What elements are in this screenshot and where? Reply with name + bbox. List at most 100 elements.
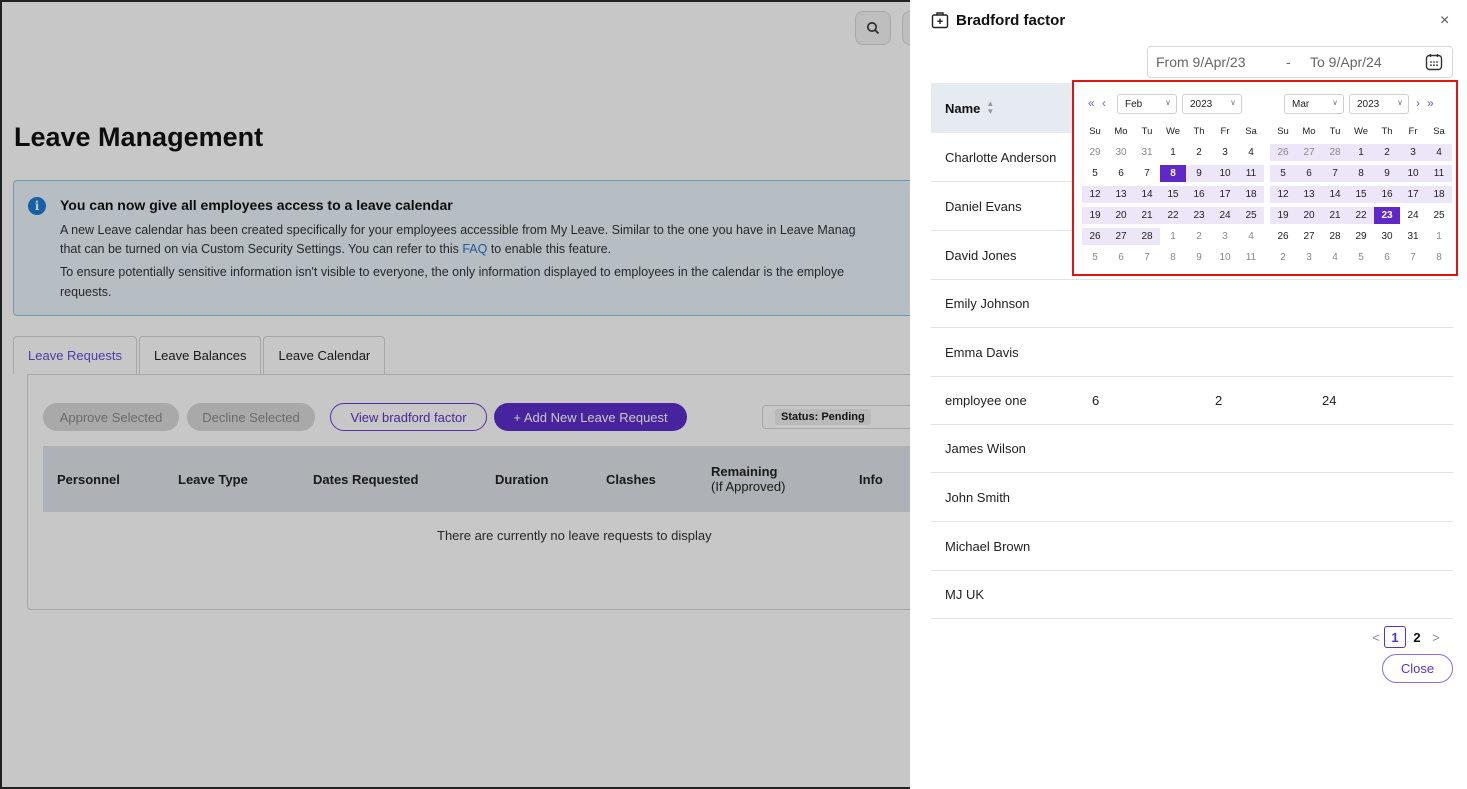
calendar-day[interactable]: 20 [1108,207,1134,224]
calendar-day[interactable]: 4 [1426,144,1452,161]
calendar-day[interactable]: 25 [1238,207,1264,224]
calendar-day[interactable]: 6 [1108,165,1134,182]
calendar-day[interactable]: 24 [1212,207,1238,224]
calendar-day[interactable]: 2 [1186,144,1212,161]
calendar-day[interactable]: 5 [1270,165,1296,182]
selected-day[interactable]: 23 [1374,207,1400,224]
calendar-day[interactable]: 19 [1082,207,1108,224]
month-select[interactable]: Mar ∨ [1284,94,1344,114]
calendar-day[interactable]: 21 [1322,207,1348,224]
calendar-day[interactable]: 7 [1400,249,1426,266]
modal-overlay[interactable] [2,2,912,787]
calendar-day[interactable]: 3 [1400,144,1426,161]
calendar-day[interactable]: 3 [1212,228,1238,245]
calendar-day[interactable]: 1 [1348,144,1374,161]
calendar-day[interactable]: 14 [1322,186,1348,203]
date-from[interactable]: From 9/Apr/23 [1156,54,1245,70]
calendar-day[interactable]: 14 [1134,186,1160,203]
calendar-day[interactable]: 11 [1238,249,1264,266]
calendar-day[interactable]: 11 [1426,165,1452,182]
calendar-day[interactable]: 28 [1134,228,1160,245]
calendar-day[interactable]: 13 [1296,186,1322,203]
calendar-day[interactable]: 5 [1082,249,1108,266]
calendar-day[interactable]: 30 [1374,228,1400,245]
calendar-day[interactable]: 26 [1082,228,1108,245]
calendar-day[interactable]: 8 [1348,165,1374,182]
calendar-day[interactable]: 4 [1238,144,1264,161]
calendar-day[interactable]: 2 [1186,228,1212,245]
calendar-day[interactable]: 22 [1160,207,1186,224]
calendar-day[interactable]: 10 [1212,165,1238,182]
calendar-day[interactable]: 11 [1238,165,1264,182]
calendar-day[interactable]: 3 [1212,144,1238,161]
calendar-day[interactable]: 3 [1296,249,1322,266]
pagination-prev[interactable]: < [1368,630,1384,645]
calendar-day[interactable]: 26 [1270,228,1296,245]
calendar-day[interactable]: 31 [1134,144,1160,161]
calendar-day[interactable]: 21 [1134,207,1160,224]
calendar-day[interactable]: 12 [1270,186,1296,203]
calendar-day[interactable]: 28 [1322,144,1348,161]
calendar-day[interactable]: 25 [1426,207,1452,224]
calendar-day[interactable]: 29 [1348,228,1374,245]
calendar-day[interactable]: 27 [1108,228,1134,245]
close-button[interactable]: Close [1382,654,1453,683]
calendar-day[interactable]: 18 [1426,186,1452,203]
calendar-day[interactable]: 5 [1082,165,1108,182]
prev-month-icon[interactable]: ‹ [1102,96,1106,110]
sort-icon[interactable]: ▲ ▼ [986,100,994,116]
calendar-day[interactable]: 22 [1348,207,1374,224]
calendar-day[interactable]: 4 [1238,228,1264,245]
close-icon[interactable]: × [1440,12,1449,30]
calendar-day[interactable]: 6 [1108,249,1134,266]
calendar-day[interactable]: 8 [1426,249,1452,266]
calendar-day[interactable]: 4 [1322,249,1348,266]
calendar-day[interactable]: 9 [1186,165,1212,182]
calendar-day[interactable]: 6 [1296,165,1322,182]
calendar-day[interactable]: 27 [1296,144,1322,161]
date-to[interactable]: To 9/Apr/24 [1310,54,1382,70]
calendar-day[interactable]: 10 [1400,165,1426,182]
date-range-input[interactable]: From 9/Apr/23 - To 9/Apr/24 [1147,46,1453,78]
calendar-day[interactable]: 17 [1400,186,1426,203]
pagination-next[interactable]: > [1428,630,1444,645]
calendar-day[interactable]: 12 [1082,186,1108,203]
calendar-day[interactable]: 23 [1186,207,1212,224]
pagination-page[interactable]: 1 [1384,626,1406,648]
calendar-day[interactable]: 8 [1160,249,1186,266]
calendar-day[interactable]: 18 [1238,186,1264,203]
calendar-day[interactable]: 2 [1270,249,1296,266]
calendar-day[interactable]: 15 [1160,186,1186,203]
calendar-day[interactable]: 13 [1108,186,1134,203]
selected-day[interactable]: 8 [1160,165,1186,182]
calendar-icon[interactable] [1424,52,1444,72]
calendar-day[interactable]: 1 [1426,228,1452,245]
calendar-day[interactable]: 31 [1400,228,1426,245]
calendar-day[interactable]: 2 [1374,144,1400,161]
calendar-day[interactable]: 6 [1374,249,1400,266]
calendar-day[interactable]: 9 [1374,165,1400,182]
calendar-day[interactable]: 1 [1160,228,1186,245]
calendar-day[interactable]: 7 [1134,165,1160,182]
calendar-day[interactable]: 7 [1322,165,1348,182]
calendar-day[interactable]: 9 [1186,249,1212,266]
calendar-day[interactable]: 29 [1082,144,1108,161]
calendar-day[interactable]: 30 [1108,144,1134,161]
calendar-day[interactable]: 1 [1160,144,1186,161]
calendar-day[interactable]: 16 [1186,186,1212,203]
next-month-icon[interactable]: › [1416,96,1420,110]
calendar-day[interactable]: 7 [1134,249,1160,266]
calendar-day[interactable]: 16 [1374,186,1400,203]
calendar-day[interactable]: 26 [1270,144,1296,161]
calendar-day[interactable]: 28 [1322,228,1348,245]
next-year-icon[interactable]: » [1427,96,1434,110]
calendar-day[interactable]: 5 [1348,249,1374,266]
name-column-header[interactable]: Name ▲ ▼ [931,83,1076,133]
month-select[interactable]: Feb ∨ [1117,94,1177,114]
pagination-page[interactable]: 2 [1406,626,1428,648]
year-select[interactable]: 2023 ∨ [1182,94,1242,114]
prev-year-icon[interactable]: « [1088,96,1095,110]
calendar-day[interactable]: 19 [1270,207,1296,224]
calendar-day[interactable]: 24 [1400,207,1426,224]
calendar-day[interactable]: 15 [1348,186,1374,203]
